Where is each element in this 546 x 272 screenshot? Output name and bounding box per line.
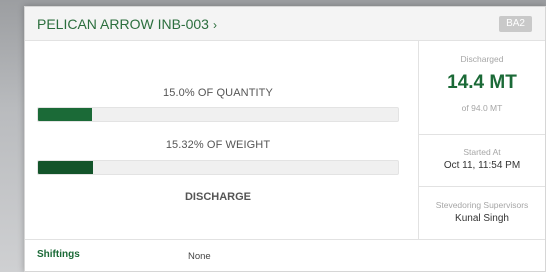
discharged-label: Discharged — [460, 54, 504, 64]
supervisor-label: Stevedoring Supervisors — [435, 200, 529, 210]
started-value: Oct 11, 11:54 PM — [443, 160, 521, 171]
progress-section: 15.0% OF QUANTITY 15.32% OF WEIGHT DISCH… — [25, 41, 418, 239]
weight-progress-bar — [37, 160, 399, 175]
weight-progress-fill — [38, 161, 94, 174]
shiftings-row: Shiftings None — [25, 239, 545, 271]
shiftings-value: None — [188, 251, 211, 262]
vessel-name: PELICAN ARROW INB-003 — [37, 16, 209, 32]
chevron-right-icon: › — [212, 18, 217, 32]
started-cell: Started At Oct 11, 11:54 PM — [419, 135, 545, 187]
supervisor-value: Kunal Singh — [455, 213, 509, 224]
supervisor-cell: Stevedoring Supervisors Kunal Singh — [419, 187, 545, 239]
card-header: PELICAN ARROW INB-003 › BA2 — [25, 7, 545, 41]
vessel-card: PELICAN ARROW INB-003 › BA2 15.0% OF QUAN… — [24, 6, 546, 272]
started-label: Started At — [463, 147, 501, 157]
vessel-link[interactable]: PELICAN ARROW INB-003 › — [37, 16, 217, 32]
weight-progress-label: 15.32% OF WEIGHT — [165, 139, 271, 151]
summary-panel: Discharged 14.4 MT of 94.0 MT Started At… — [418, 41, 545, 239]
berth-badge: BA2 — [499, 16, 532, 32]
operation-stage: DISCHARGE — [184, 191, 251, 203]
quantity-progress-bar — [37, 107, 399, 122]
quantity-progress-label: 15.0% OF QUANTITY — [163, 87, 273, 99]
discharged-cell: Discharged 14.4 MT of 94.0 MT — [419, 41, 545, 135]
quantity-progress-fill — [38, 108, 92, 121]
total-quantity: of 94.0 MT — [461, 103, 503, 113]
discharged-value: 14.4 MT — [447, 72, 517, 93]
shiftings-label: Shiftings — [37, 249, 80, 260]
